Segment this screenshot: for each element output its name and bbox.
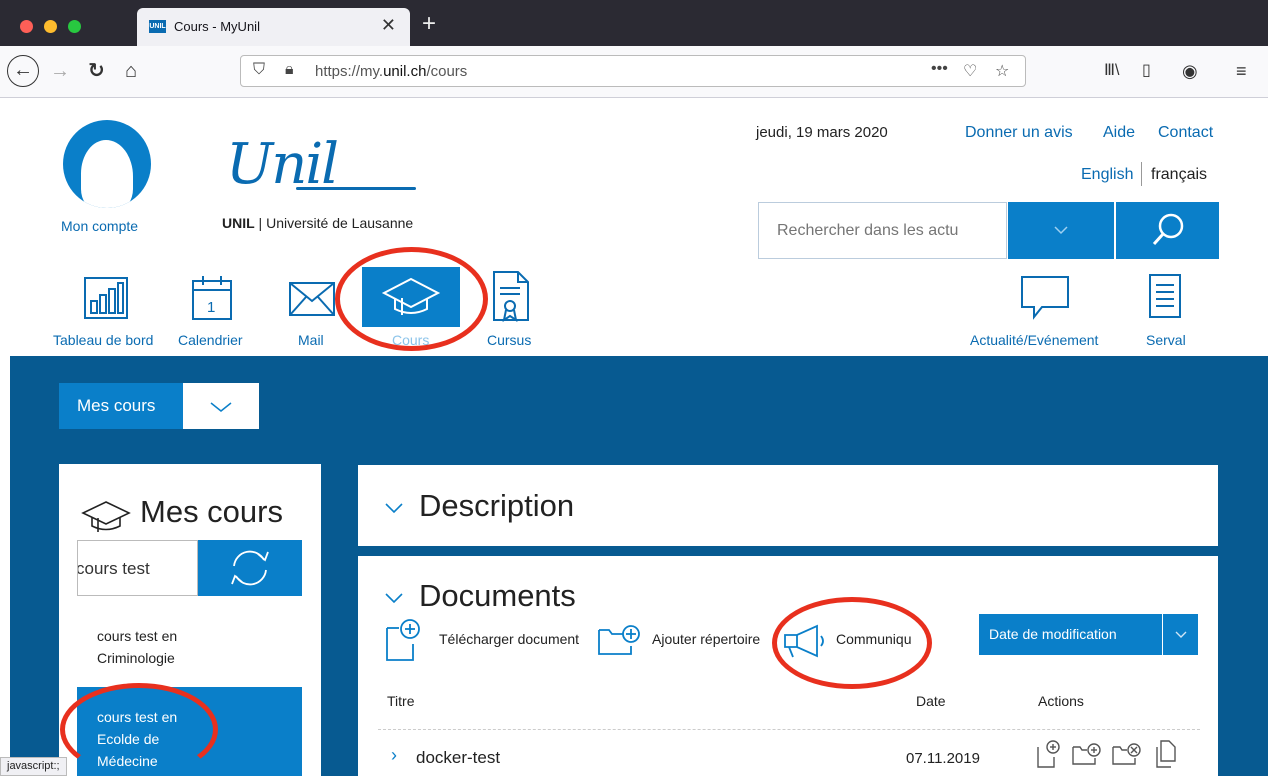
account-icon[interactable]: ◉ (1182, 58, 1198, 84)
my-courses-button[interactable]: Mes cours (59, 383, 183, 429)
document-date: 07.11.2019 (906, 750, 980, 767)
library-icon[interactable]: Ⅲ\ (1104, 58, 1119, 84)
feedback-link[interactable]: Donner un avis (965, 124, 1073, 142)
upload-document-icon[interactable] (1036, 739, 1062, 769)
browser-tab[interactable]: UNIL Cours - MyUnil ✕ (137, 8, 410, 46)
annotation-circle-course (60, 683, 218, 776)
unil-logo-text: UNIL | Université de Lausanne (222, 215, 414, 231)
sort-dropdown-toggle[interactable] (1163, 614, 1198, 655)
search-field[interactable] (758, 202, 1007, 259)
back-button[interactable]: ← (7, 55, 39, 87)
course-search-input[interactable]: cours test (77, 540, 198, 596)
annotation-circle-courses (335, 247, 488, 351)
nav-calendar-label[interactable]: Calendrier (178, 332, 243, 348)
pocket-icon[interactable]: ♡ (963, 61, 977, 81)
account-avatar-icon[interactable] (63, 120, 151, 208)
add-folder-button[interactable]: Ajouter répertoire (652, 631, 760, 647)
nav-dashboard[interactable] (84, 277, 128, 321)
search-button[interactable] (1116, 202, 1219, 259)
close-tab-icon[interactable]: ✕ (381, 15, 396, 36)
shield-icon[interactable]: ⛉ (253, 61, 265, 79)
documents-title[interactable]: Documents (419, 578, 576, 614)
sidebar-title: Mes cours (140, 494, 283, 529)
my-courses-dropdown[interactable] (183, 383, 259, 429)
url-bar[interactable]: ⛉ 🔒︎ https://my.unil.ch/cours ••• ♡ ☆ (240, 55, 1026, 87)
nav-serval[interactable] (1146, 271, 1186, 323)
description-title[interactable]: Description (419, 488, 574, 524)
current-date: jeudi, 19 mars 2020 (756, 124, 888, 141)
add-folder-icon[interactable] (1071, 742, 1101, 766)
mail-icon (289, 282, 335, 316)
bookmark-star-icon[interactable]: ☆ (995, 61, 1009, 81)
help-link[interactable]: Aide (1103, 124, 1135, 142)
chevron-down-icon (1175, 631, 1186, 638)
url-text: https://my.unil.ch/cours (315, 63, 468, 80)
column-header-date[interactable]: Date (916, 693, 946, 709)
chevron-down-icon[interactable] (384, 592, 404, 604)
reload-button[interactable]: ↻ (88, 58, 105, 84)
status-bar: javascript:; (0, 757, 67, 776)
upload-document-icon[interactable] (385, 618, 421, 662)
search-icon (1152, 213, 1184, 246)
forward-button[interactable]: → (50, 58, 70, 84)
sidebar-icon[interactable]: ▯ (1142, 58, 1151, 84)
chevron-down-icon[interactable] (384, 502, 404, 514)
search-input[interactable] (759, 203, 1006, 258)
close-window-button[interactable] (20, 20, 33, 33)
menu-icon[interactable]: ≡ (1236, 58, 1247, 84)
browser-nav-bar: ← → ↻ ⌂ ⛉ 🔒︎ https://my.unil.ch/cours ••… (0, 46, 1268, 98)
lang-french-link[interactable]: français (1151, 166, 1207, 184)
svg-text:1: 1 (207, 299, 215, 316)
document-icon (1149, 274, 1181, 318)
nav-calendar[interactable]: 1 (191, 275, 235, 323)
speech-bubble-icon (1021, 276, 1069, 320)
dashboard-icon (84, 277, 128, 319)
home-button[interactable]: ⌂ (125, 58, 137, 84)
certificate-icon (493, 271, 529, 323)
table-divider (378, 729, 1200, 730)
chevron-down-icon (210, 402, 232, 412)
lang-english-link[interactable]: English (1081, 166, 1133, 184)
new-tab-button[interactable]: + (422, 10, 436, 38)
add-folder-icon[interactable] (597, 624, 641, 656)
lang-divider (1141, 162, 1142, 186)
tab-title: Cours - MyUnil (174, 19, 260, 34)
document-title[interactable]: docker-test (416, 748, 500, 768)
sidebar-course-item[interactable]: cours test en Criminologie (77, 625, 302, 675)
nav-news-label[interactable]: Actualité/Evénement (970, 332, 1098, 348)
account-link[interactable]: Mon compte (61, 218, 138, 234)
graduation-cap-icon (81, 501, 131, 532)
sort-select[interactable]: Date de modification (979, 614, 1162, 655)
upload-document-button[interactable]: Télécharger document (439, 631, 579, 647)
delete-folder-icon[interactable] (1111, 742, 1141, 766)
chevron-down-icon (1054, 226, 1068, 235)
annotation-circle-announce (772, 597, 932, 689)
contact-link[interactable]: Contact (1158, 124, 1213, 142)
column-header-actions: Actions (1038, 693, 1084, 709)
calendar-icon: 1 (192, 276, 232, 320)
nav-serval-label[interactable]: Serval (1146, 332, 1186, 348)
nav-cursus[interactable] (490, 270, 532, 324)
minimize-window-button[interactable] (44, 20, 57, 33)
nav-mail-label[interactable]: Mail (298, 332, 324, 348)
nav-news[interactable] (1020, 275, 1070, 321)
nav-mail[interactable] (288, 281, 336, 317)
nav-dashboard-label[interactable]: Tableau de bord (53, 332, 153, 348)
column-header-title[interactable]: Titre (387, 693, 414, 709)
unil-favicon-icon: UNIL (149, 20, 166, 33)
maximize-window-button[interactable] (68, 20, 81, 33)
copy-document-icon[interactable] (1153, 739, 1177, 769)
browser-tab-bar: UNIL Cours - MyUnil ✕ + (0, 0, 1268, 46)
page-actions-icon[interactable]: ••• (931, 60, 948, 78)
refresh-button[interactable] (198, 540, 302, 596)
nav-cursus-label[interactable]: Cursus (487, 332, 531, 348)
refresh-icon (231, 550, 269, 586)
chevron-right-icon[interactable]: › (391, 745, 397, 766)
lock-icon[interactable]: 🔒︎ (285, 61, 294, 79)
search-scope-dropdown[interactable] (1008, 202, 1114, 259)
logo-underline (296, 187, 416, 190)
